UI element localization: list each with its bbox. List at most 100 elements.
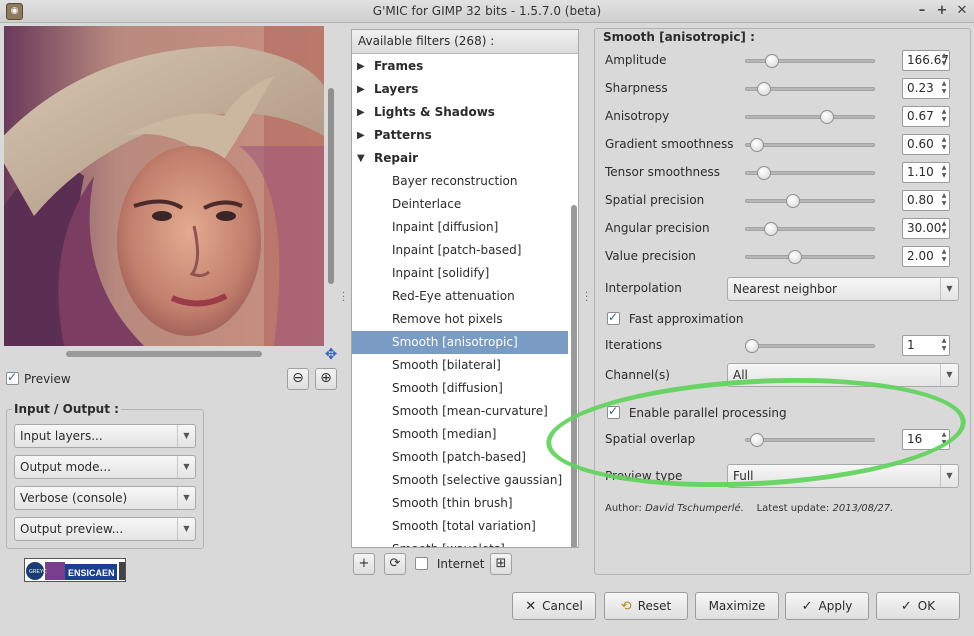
filter-tree[interactable]: Available filters (268) : ▶ Frames ▶ Layers… — [351, 29, 579, 548]
filter-item[interactable]: Inpaint [solidify] — [352, 262, 568, 285]
spin-arrows-icon[interactable]: ▲ ▼ — [940, 52, 948, 68]
filter-item[interactable]: Smooth [wavelets] — [352, 538, 568, 547]
parameter-spinbox[interactable]: 166.67 ▲ ▼ — [902, 50, 950, 71]
collapsed-arrow-icon[interactable]: ▶ — [357, 124, 365, 147]
apply-button[interactable]: ✓ Apply — [785, 592, 869, 620]
parameter-slider-handle[interactable] — [756, 82, 771, 96]
parameter-slider-handle[interactable] — [763, 222, 778, 236]
iterations-spinbox[interactable]: 1 ▲ ▼ — [902, 335, 950, 356]
filter-item[interactable]: Smooth [thin brush] — [352, 492, 568, 515]
parameter-spinbox[interactable]: 0.23 ▲ ▼ — [902, 78, 950, 99]
interpolation-select[interactable]: Nearest neighbor ▼ — [727, 277, 959, 301]
iterations-slider-track[interactable] — [745, 344, 875, 348]
collapsed-arrow-icon[interactable]: ▶ — [357, 55, 365, 78]
right-splitter-handle[interactable]: · · · — [585, 289, 588, 307]
parameter-slider-handle[interactable] — [820, 110, 835, 124]
move-icon[interactable]: ✥ — [323, 346, 339, 362]
preview-toggle[interactable]: Preview — [6, 370, 71, 387]
filter-item[interactable]: Smooth [mean-curvature] — [352, 400, 568, 423]
parameter-spinbox[interactable]: 1.10 ▲ ▼ — [902, 162, 950, 183]
spatial-overlap-slider-track[interactable] — [745, 438, 875, 442]
spin-arrows-icon[interactable]: ▲ ▼ — [940, 220, 948, 236]
close-window-button[interactable]: ✕ — [954, 3, 970, 19]
filter-item[interactable]: Remove hot pixels — [352, 308, 568, 331]
filter-item[interactable]: Inpaint [diffusion] — [352, 216, 568, 239]
preview-type-select[interactable]: Full ▼ — [727, 464, 959, 488]
fast-approximation-checkbox[interactable] — [607, 310, 620, 325]
filter-item[interactable]: Smooth [anisotropic] — [352, 331, 568, 354]
preview-hscroll-thumb[interactable] — [66, 351, 262, 357]
filter-folder[interactable]: ▶ Frames — [352, 55, 568, 78]
expand-collapse-button[interactable]: ⊞ — [490, 553, 512, 575]
zoom-in-button[interactable]: ⊕ — [315, 368, 337, 390]
parameter-slider-handle[interactable] — [764, 54, 779, 68]
parameter-slider-handle[interactable] — [787, 250, 802, 264]
parameter-slider-handle[interactable] — [756, 166, 771, 180]
preview-image[interactable] — [4, 26, 324, 346]
spin-arrows-icon[interactable]: ▲ ▼ — [940, 164, 948, 180]
filters-vertical-scrollbar[interactable] — [569, 55, 578, 547]
filter-folder[interactable]: ▼ Repair — [352, 147, 568, 170]
filter-item[interactable]: Smooth [patch-based] — [352, 446, 568, 469]
filter-item[interactable]: Red-Eye attenuation — [352, 285, 568, 308]
iterations-slider-handle[interactable] — [745, 339, 759, 353]
filter-item[interactable]: Smooth [diffusion] — [352, 377, 568, 400]
spatial-overlap-slider-handle[interactable] — [749, 433, 764, 447]
expanded-arrow-icon[interactable]: ▼ — [357, 147, 365, 170]
spatial-overlap-spinbox[interactable]: 16 ▲ ▼ — [902, 429, 950, 450]
internet-checkbox[interactable] — [415, 557, 428, 570]
preview-vscroll-thumb[interactable] — [328, 88, 334, 284]
maximize-button[interactable]: Maximize — [695, 592, 779, 620]
parameter-slider-handle[interactable] — [749, 138, 764, 152]
parameter-slider-track[interactable] — [745, 115, 875, 119]
preview-vertical-scrollbar[interactable] — [327, 26, 335, 346]
filter-folder[interactable]: ▶ Lights & Shadows — [352, 101, 568, 124]
collapsed-arrow-icon[interactable]: ▶ — [357, 78, 365, 101]
channels-select[interactable]: All ▼ — [727, 363, 959, 387]
input-layers-select[interactable]: Input layers... ▼ — [14, 424, 196, 448]
filter-item[interactable]: Smooth [bilateral] — [352, 354, 568, 377]
refresh-filters-button[interactable]: ⟳ — [384, 553, 406, 575]
preview-horizontal-scrollbar[interactable] — [4, 349, 324, 357]
zoom-out-button[interactable]: ⊖ — [287, 368, 309, 390]
left-splitter-handle[interactable]: · · · — [342, 289, 345, 307]
filter-folder[interactable]: ▶ Layers — [352, 78, 568, 101]
cancel-button[interactable]: ✕ Cancel — [512, 592, 596, 620]
parameter-slider-handle[interactable] — [785, 194, 800, 208]
spin-arrows-icon[interactable]: ▲ ▼ — [940, 337, 948, 353]
parameter-spinbox[interactable]: 0.67 ▲ ▼ — [902, 106, 950, 127]
add-filter-button[interactable]: + — [353, 553, 375, 575]
spin-arrows-icon[interactable]: ▲ ▼ — [940, 248, 948, 264]
minimize-button[interactable]: – — [914, 3, 930, 19]
filter-item[interactable]: Inpaint [patch-based] — [352, 239, 568, 262]
spin-arrows-icon[interactable]: ▲ ▼ — [940, 431, 948, 447]
preview-checkbox[interactable] — [6, 370, 19, 385]
spin-arrows-icon[interactable]: ▲ ▼ — [940, 136, 948, 152]
filter-item[interactable]: Smooth [total variation] — [352, 515, 568, 538]
filter-item[interactable]: Smooth [selective gaussian] — [352, 469, 568, 492]
spin-arrows-icon[interactable]: ▲ ▼ — [940, 192, 948, 208]
parallel-processing-checkbox[interactable] — [607, 404, 620, 419]
fast-approximation-toggle[interactable]: Fast approximation — [607, 310, 743, 326]
parallel-processing-toggle[interactable]: Enable parallel processing — [607, 404, 787, 420]
spin-arrows-icon[interactable]: ▲ ▼ — [940, 80, 948, 96]
maximize-window-button[interactable]: + — [934, 3, 950, 19]
output-mode-select[interactable]: Output mode... ▼ — [14, 455, 196, 479]
ok-button[interactable]: ✓ OK — [876, 592, 960, 620]
parameter-spinbox[interactable]: 0.60 ▲ ▼ — [902, 134, 950, 155]
parameter-spinbox[interactable]: 0.80 ▲ ▼ — [902, 190, 950, 211]
collapsed-arrow-icon[interactable]: ▶ — [357, 101, 365, 124]
greyc-ensicaen-logo[interactable]: ENSICAEN GREYC — [24, 558, 126, 582]
verbose-select[interactable]: Verbose (console) ▼ — [14, 486, 196, 510]
parameter-slider-track[interactable] — [745, 143, 875, 147]
parameter-spinbox[interactable]: 2.00 ▲ ▼ — [902, 246, 950, 267]
filter-folder[interactable]: ▶ Patterns — [352, 124, 568, 147]
filter-item[interactable]: Smooth [median] — [352, 423, 568, 446]
spin-arrows-icon[interactable]: ▲ ▼ — [940, 108, 948, 124]
output-preview-select[interactable]: Output preview... ▼ — [14, 517, 196, 541]
internet-toggle[interactable]: Internet — [415, 556, 484, 572]
parameter-slider-track[interactable] — [745, 255, 875, 259]
parameter-slider-track[interactable] — [745, 199, 875, 203]
filters-vscroll-thumb[interactable] — [571, 205, 577, 547]
reset-button[interactable]: ⟲ Reset — [604, 592, 688, 620]
